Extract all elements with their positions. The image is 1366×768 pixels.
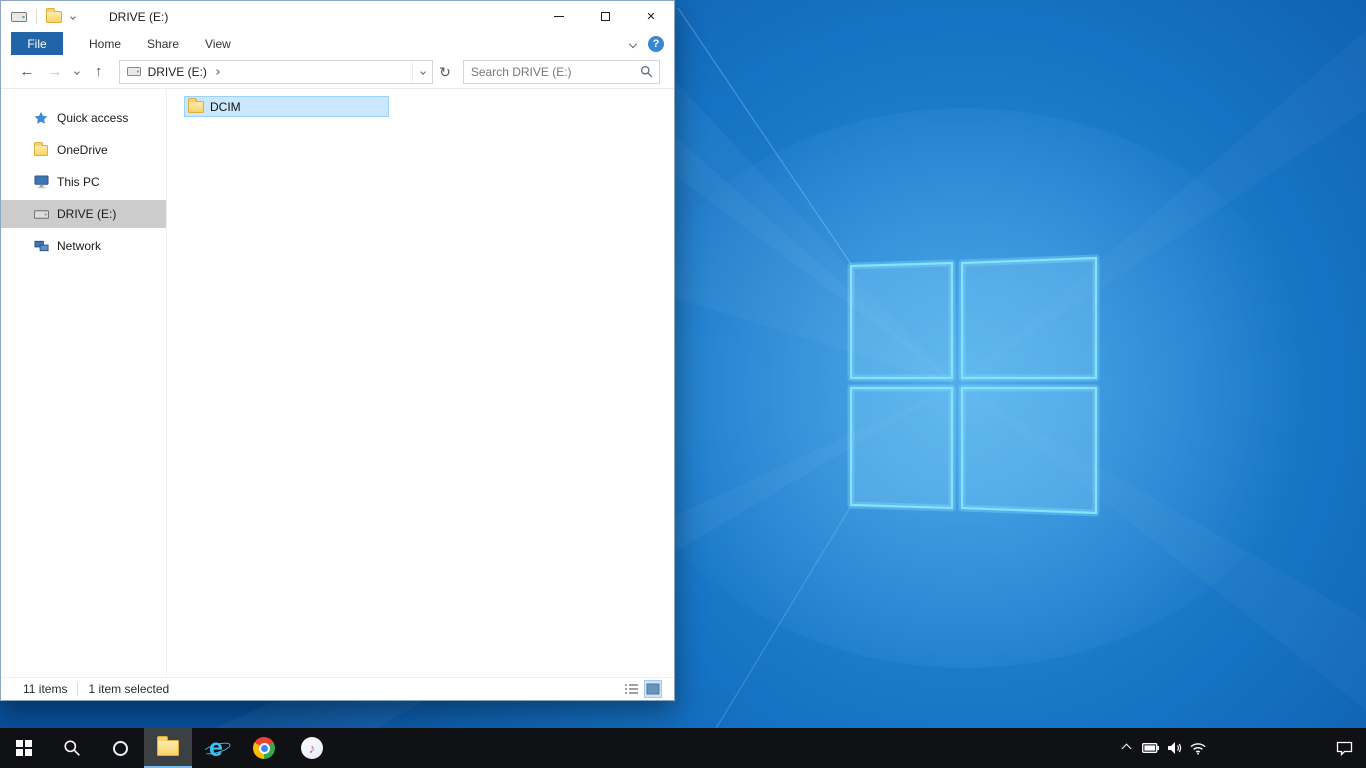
breadcrumb-chevron-icon[interactable]	[214, 68, 220, 75]
chrome-icon	[253, 737, 275, 759]
breadcrumb-location[interactable]: DRIVE (E:)	[148, 65, 207, 79]
action-center-button[interactable]	[1322, 728, 1366, 768]
tab-view[interactable]: View	[205, 37, 231, 51]
sidebar-item-label: DRIVE (E:)	[57, 207, 117, 221]
file-explorer-icon	[157, 736, 179, 756]
star-icon	[33, 111, 49, 125]
windows-logo	[847, 254, 1100, 517]
refresh-button[interactable]: ↻	[439, 65, 451, 79]
desktop: DRIVE (E:) × File Home Share View ? ← →	[0, 0, 1366, 768]
folder-item-label: DCIM	[210, 99, 241, 114]
taskbar-file-explorer-button[interactable]	[144, 728, 192, 768]
address-drive-icon	[126, 67, 141, 76]
taskbar-chrome-button[interactable]	[240, 728, 288, 768]
help-icon[interactable]: ?	[648, 35, 664, 52]
separator	[36, 9, 37, 24]
cortana-button[interactable]	[96, 728, 144, 768]
taskbar: e ♪	[0, 728, 1366, 768]
navigation-bar: ← → ↑ DRIVE (E:) ↻	[1, 55, 674, 89]
sidebar-item-this-pc[interactable]: This PC	[1, 168, 166, 196]
maximize-icon	[600, 12, 610, 21]
internet-explorer-icon: e	[202, 735, 232, 761]
search-box[interactable]	[462, 59, 660, 84]
sidebar-item-label: Quick access	[57, 111, 129, 125]
windows-logo-icon	[16, 740, 32, 756]
expand-ribbon-icon[interactable]	[628, 39, 638, 48]
window-title: DRIVE (E:)	[109, 9, 169, 24]
search-icon[interactable]	[640, 65, 653, 78]
thumbnails-view-button[interactable]	[644, 680, 662, 698]
folder-item-dcim[interactable]: DCIM	[184, 96, 389, 117]
itunes-icon: ♪	[301, 737, 323, 759]
folder-icon	[188, 97, 204, 113]
maximize-button[interactable]	[582, 1, 628, 32]
ribbon-tab-bar: File Home Share View ?	[1, 32, 674, 55]
address-dropdown-button[interactable]	[412, 60, 432, 83]
chevron-down-icon	[419, 68, 426, 75]
speaker-icon	[1167, 742, 1181, 754]
chevron-up-icon	[1121, 743, 1131, 753]
cortana-icon	[112, 740, 128, 756]
sidebar-item-onedrive[interactable]: OneDrive	[1, 136, 166, 164]
volume-button[interactable]	[1162, 728, 1186, 768]
drive-icon	[33, 209, 49, 219]
sidebar-item-quick-access[interactable]: Quick access	[1, 104, 166, 132]
up-button[interactable]: ↑	[91, 64, 107, 79]
sidebar-item-drive-e[interactable]: DRIVE (E:)	[1, 200, 166, 228]
sidebar-item-label: OneDrive	[57, 143, 108, 157]
navigation-pane: Quick access OneDrive This PC DRIVE (E:)…	[1, 89, 167, 677]
taskbar-itunes-button[interactable]: ♪	[288, 728, 336, 768]
address-bar[interactable]: DRIVE (E:)	[118, 59, 434, 84]
content-pane[interactable]: DCIM	[167, 89, 674, 677]
window-body: Quick access OneDrive This PC DRIVE (E:)…	[1, 89, 674, 677]
minimize-icon	[554, 16, 564, 17]
window-controls: ×	[536, 1, 674, 32]
start-button[interactable]	[0, 728, 48, 768]
taskbar-search-button[interactable]	[48, 728, 96, 768]
system-tray	[1114, 728, 1366, 768]
hidden-icons-button[interactable]	[1114, 728, 1138, 768]
sidebar-item-label: Network	[57, 239, 102, 253]
onedrive-icon	[33, 141, 49, 156]
quick-access-toolbar-folder-icon[interactable]	[46, 7, 62, 23]
search-icon	[64, 740, 80, 756]
tab-home[interactable]: Home	[89, 37, 121, 51]
back-button[interactable]: ←	[19, 64, 35, 79]
selection-count: 1 item selected	[88, 682, 170, 696]
forward-button[interactable]: →	[47, 64, 63, 79]
thumbnails-view-icon	[646, 683, 660, 695]
close-icon: ×	[646, 8, 656, 25]
search-input[interactable]	[470, 64, 640, 79]
status-bar: 11 items 1 item selected	[1, 677, 674, 700]
details-view-button[interactable]	[622, 680, 640, 698]
titlebar[interactable]: DRIVE (E:) ×	[1, 1, 674, 32]
action-center-icon	[1336, 741, 1352, 756]
tray-spacer	[1210, 728, 1322, 768]
recent-locations-icon[interactable]	[73, 68, 80, 75]
taskbar-internet-explorer-button[interactable]: e	[192, 728, 240, 768]
network-icon	[33, 240, 49, 252]
sidebar-item-network[interactable]: Network	[1, 232, 166, 260]
qat-dropdown-icon[interactable]	[70, 13, 76, 20]
battery-button[interactable]	[1138, 728, 1162, 768]
wifi-icon	[1190, 742, 1206, 755]
close-button[interactable]: ×	[628, 1, 674, 32]
details-view-icon	[624, 684, 638, 694]
sidebar-item-label: This PC	[57, 175, 100, 189]
window-drive-icon	[11, 11, 27, 22]
tab-share[interactable]: Share	[147, 37, 179, 51]
computer-icon	[33, 175, 49, 189]
minimize-button[interactable]	[536, 1, 582, 32]
battery-icon	[1141, 743, 1159, 753]
items-count: 11 items	[23, 682, 68, 696]
tab-file[interactable]: File	[11, 32, 63, 55]
file-explorer-window: DRIVE (E:) × File Home Share View ? ← →	[0, 0, 675, 701]
separator	[77, 682, 79, 696]
network-button[interactable]	[1186, 728, 1210, 768]
